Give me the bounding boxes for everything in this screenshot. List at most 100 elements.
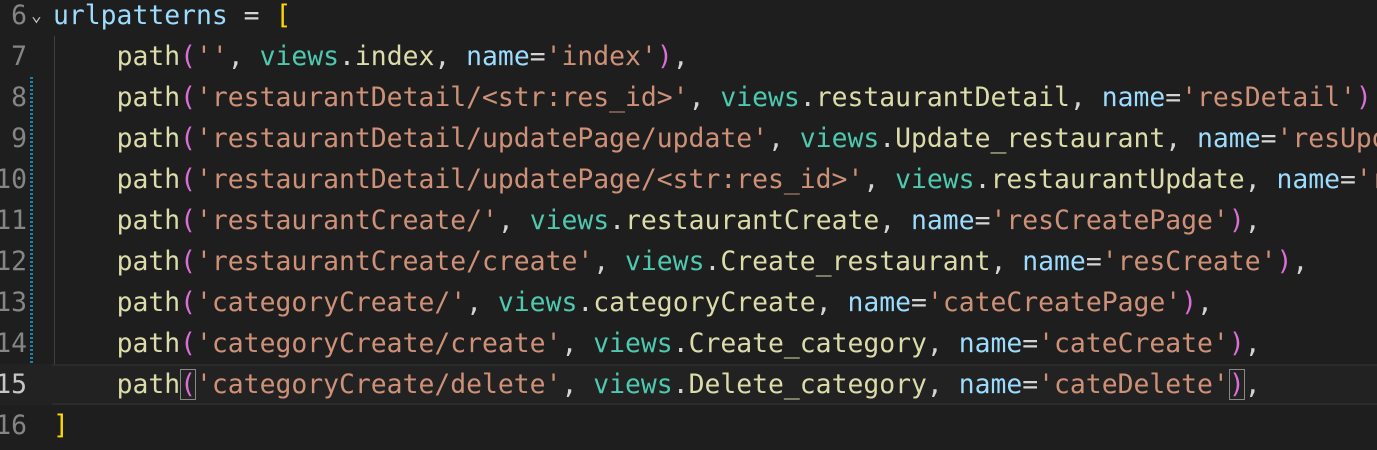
code-token: Create_category [688, 328, 927, 359]
code-text: path('restaurantDetail/updatePage/<str:r… [53, 159, 1377, 200]
code-token: ) [1181, 287, 1198, 318]
line-number: 16 [0, 410, 27, 441]
code-token: 'resCreate' [1101, 246, 1277, 277]
code-token: ) [1355, 82, 1372, 113]
code-token: , [227, 41, 260, 72]
code-token: ] [53, 410, 69, 441]
code-token: , [1372, 82, 1377, 113]
code-token: views [497, 287, 578, 318]
code-line[interactable]: 6 ⌄ urlpatterns = [ [0, 0, 1377, 36]
code-token: 'categoryCreate/create' [196, 328, 562, 359]
code-line[interactable]: 15 path('categoryCreate/delete', views.D… [0, 364, 1377, 405]
code-token: , [815, 287, 848, 318]
code-token: 'restaurantDetail/updatePage/<str:res_id… [196, 164, 864, 195]
code-token: 'resDetail' [1181, 82, 1356, 113]
code-token: ) [1276, 246, 1293, 277]
code-token: = [529, 41, 546, 72]
code-text: path('categoryCreate/delete', views.Dele… [53, 364, 1261, 405]
code-token: views [799, 123, 880, 154]
chevron-down-icon[interactable]: ⌄ [31, 0, 42, 36]
code-token: 'resCreatePage' [990, 205, 1229, 236]
code-token: views [593, 369, 673, 400]
code-token: ( [180, 246, 197, 277]
code-token: . [704, 246, 721, 277]
code-text: path('restaurantCreate/create', views.Cr… [53, 241, 1309, 282]
code-token: , [1165, 123, 1198, 154]
line-number: 12 [0, 246, 27, 277]
code-token: = [1340, 164, 1356, 195]
code-token: views [720, 82, 800, 113]
code-token: . [974, 164, 991, 195]
code-token: = [911, 287, 927, 318]
code-line[interactable]: 11 path('restaurantCreate/', views.resta… [0, 200, 1377, 241]
line-number: 15 [0, 369, 27, 400]
code-text: path('categoryCreate/', views.categoryCr… [53, 282, 1213, 323]
code-token: = [227, 0, 276, 31]
code-token: ( [180, 369, 197, 400]
code-token: , [1244, 164, 1277, 195]
line-number: 14 [0, 328, 27, 359]
code-token: name [1022, 246, 1086, 277]
code-token: , [466, 287, 498, 318]
code-token: name [958, 369, 1023, 400]
code-token: index [354, 41, 435, 72]
code-text: urlpatterns = [ [53, 0, 291, 36]
code-token: = [1260, 123, 1277, 154]
code-token: 'cateCreatePage' [926, 287, 1182, 318]
code-token: Update_restaurant [895, 123, 1166, 154]
code-token: , [990, 246, 1023, 277]
code-token: ( [180, 287, 197, 318]
code-text: path('restaurantCreate/', views.restaura… [53, 200, 1261, 241]
code-line[interactable]: 7 path('', views.index, name='index'), [0, 36, 1377, 77]
code-line[interactable]: 13 path('categoryCreate/', views.categor… [0, 282, 1377, 323]
code-token: 'resUpdate' [1276, 123, 1377, 154]
code-text: path('categoryCreate/create', views.Crea… [53, 323, 1261, 364]
code-token: , [1244, 328, 1261, 359]
code-token: ( [180, 164, 197, 195]
code-token: name [1197, 123, 1261, 154]
code-token: 'cateDelete' [1038, 369, 1229, 400]
code-token: restaurantUpdate [990, 164, 1245, 195]
code-token: , [688, 82, 721, 113]
code-token: 'index' [545, 41, 657, 72]
code-token: , [561, 369, 594, 400]
code-token: path [116, 41, 181, 72]
code-text: path('', views.index, name='index'), [53, 36, 689, 77]
code-token: . [577, 287, 594, 318]
code-token: ) [1228, 369, 1245, 400]
code-token: , [434, 41, 467, 72]
line-number: 8 [11, 82, 27, 113]
code-token: , [672, 41, 689, 72]
code-line[interactable]: 8 path('restaurantDetail/<str:res_id>', … [0, 77, 1377, 118]
code-token: ( [180, 82, 197, 113]
code-line[interactable]: 9 path('restaurantDetail/updatePage/upda… [0, 118, 1377, 159]
code-line[interactable]: 14 path('categoryCreate/create', views.C… [0, 323, 1377, 364]
code-line[interactable]: 12 path('restaurantCreate/create', views… [0, 241, 1377, 282]
code-token: '' [196, 41, 228, 72]
code-line[interactable]: 10 path('restaurantDetail/updatePage/<st… [0, 159, 1377, 200]
code-line[interactable]: 16] [0, 405, 1377, 446]
code-token: name [1276, 164, 1341, 195]
code-token: . [879, 123, 896, 154]
code-token: 'resUpdatePage' [1355, 164, 1377, 195]
code-token: restaurantDetail [815, 82, 1070, 113]
code-editor[interactable]: 6 ⌄ urlpatterns = [7 path('', views.index,… [0, 0, 1377, 450]
code-token: views [593, 328, 673, 359]
code-token: path [116, 205, 181, 236]
code-token: path [116, 123, 181, 154]
code-token: 'restaurantCreate/create' [196, 246, 594, 277]
code-token: , [768, 123, 800, 154]
code-token: , [593, 246, 626, 277]
line-number: 6 [11, 0, 27, 31]
code-token: [ [275, 0, 292, 31]
code-token: path [116, 82, 181, 113]
code-text: ] [53, 405, 69, 446]
code-token: = [1165, 82, 1182, 113]
